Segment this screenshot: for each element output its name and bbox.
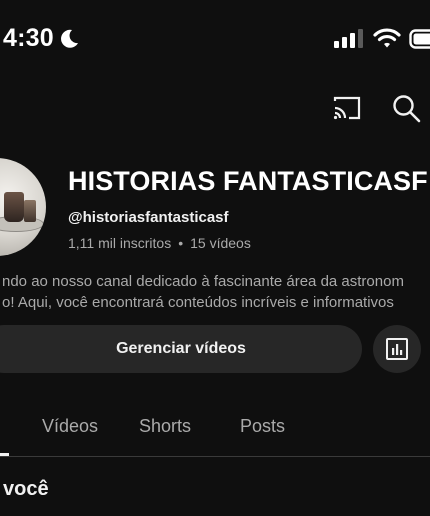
description-line: ndo ao nosso canal dedicado à fascinante…	[2, 273, 404, 290]
analytics-icon	[386, 338, 408, 360]
section-heading: você	[3, 478, 49, 500]
tabs-divider	[0, 456, 430, 457]
tab-shorts[interactable]: Shorts	[139, 416, 191, 437]
channel-screen: 4:30 HISTORIAS FANTASTICASF @historiasfa…	[0, 0, 430, 516]
channel-avatar[interactable]	[0, 158, 46, 256]
moon-icon	[61, 29, 78, 48]
description-line: o! Aqui, você encontrará conteúdos incrí…	[2, 294, 394, 311]
avatar-glass-shape	[24, 200, 36, 222]
battery-icon	[409, 29, 430, 49]
avatar-cup-shape	[4, 192, 24, 222]
status-time: 4:30	[3, 24, 54, 52]
channel-stats[interactable]: 1,11 mil inscritos • 15 vídeos	[68, 235, 251, 251]
tab-videos[interactable]: Vídeos	[42, 416, 98, 437]
channel-handle: @historiasfantasticasf	[68, 209, 229, 226]
search-icon[interactable]	[391, 93, 421, 123]
manage-videos-button[interactable]: Gerenciar vídeos	[0, 325, 362, 373]
channel-title: HISTORIAS FANTASTICASF	[68, 166, 428, 196]
subscriber-count: 1,11 mil inscritos	[68, 235, 172, 251]
analytics-button[interactable]	[373, 325, 421, 373]
stats-separator: •	[178, 235, 184, 251]
signal-icon	[334, 29, 363, 48]
channel-description[interactable]: ndo ao nosso canal dedicado à fascinante…	[2, 271, 404, 313]
cast-icon[interactable]	[332, 94, 362, 122]
wifi-icon	[373, 28, 401, 48]
manage-videos-label: Gerenciar vídeos	[116, 340, 246, 357]
tab-posts[interactable]: Posts	[240, 416, 285, 437]
video-count: 15 vídeos	[190, 235, 251, 251]
